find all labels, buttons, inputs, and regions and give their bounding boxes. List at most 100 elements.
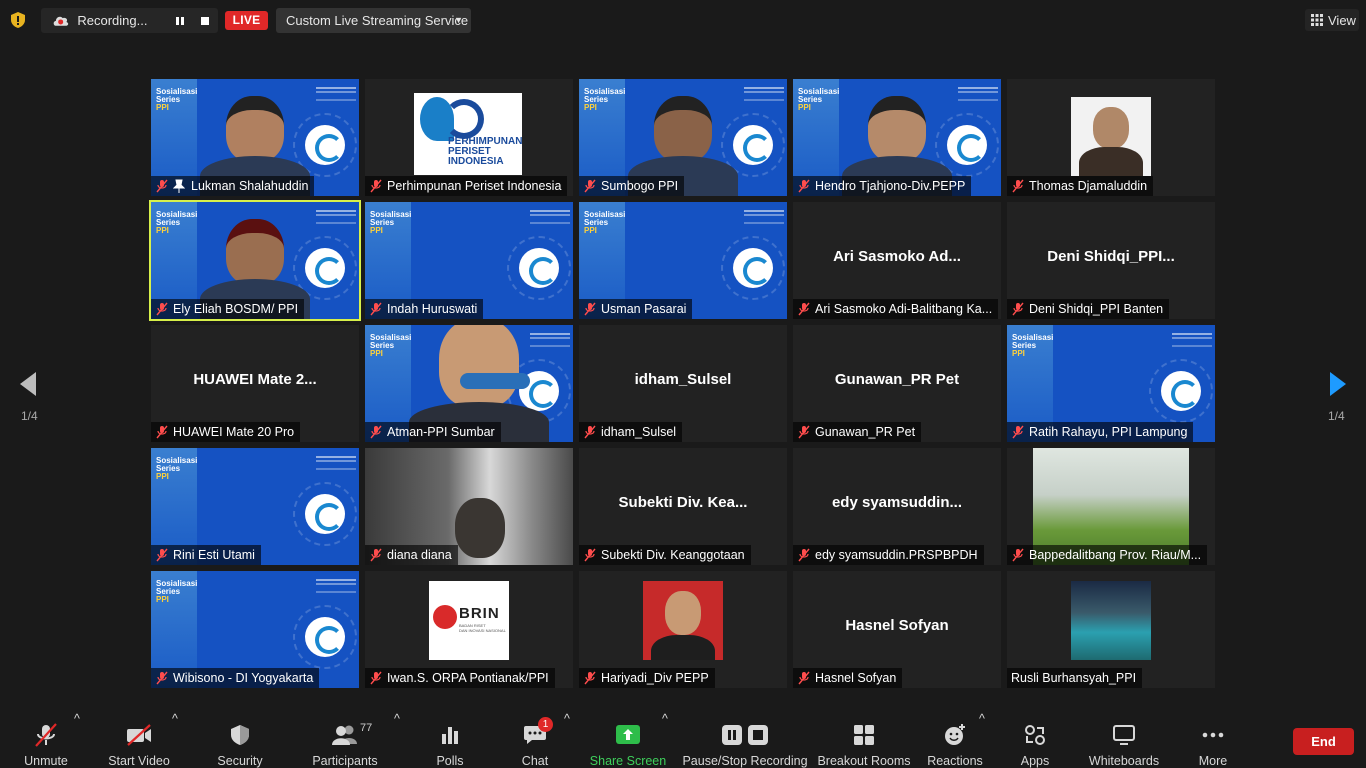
unmute-label: Unmute: [24, 754, 68, 768]
cloud-recording-icon: [53, 16, 69, 26]
participant-name-label: Ratih Rahayu, PPI Lampung: [1007, 422, 1194, 442]
share-options-chevron-icon[interactable]: ^: [662, 712, 668, 768]
page-indicator-left: 1/4: [21, 409, 38, 423]
participant-tile[interactable]: Hasnel Sofyan Hasnel Sofyan: [793, 571, 1001, 688]
participant-tile[interactable]: Ari Sasmoko Ad... Ari Sasmoko Adi-Balitba…: [793, 202, 1001, 319]
participant-profile-photo: [1071, 581, 1151, 660]
start-video-button[interactable]: Start Video: [104, 712, 174, 768]
chat-options-chevron-icon[interactable]: ^: [564, 712, 570, 768]
participant-name: Deni Shidqi_PPI Banten: [1029, 302, 1164, 316]
participant-tile[interactable]: Thomas Djamaluddin: [1007, 79, 1215, 196]
smiley-add-reaction-icon: [945, 724, 965, 745]
pause-recording-button[interactable]: [168, 8, 193, 33]
chat-button[interactable]: 1 Chat: [516, 712, 554, 768]
security-label: Security: [217, 754, 263, 768]
live-streaming-service-dropdown[interactable]: Custom Live Streaming Service ▼: [276, 8, 471, 33]
participant-tile[interactable]: PERHIMPUNAN PERISET INDONESIA Perhimpunan P…: [365, 79, 573, 196]
chevron-down-icon: ▼: [454, 15, 463, 25]
encryption-shield-icon[interactable]: [9, 11, 27, 29]
participant-name: Ari Sasmoko Adi-Balitbang Ka...: [815, 302, 993, 316]
participant-tile[interactable]: Sosialisasi Series PPI Sumbogo PPI: [579, 79, 787, 196]
participant-name-label: Rini Esti Utami: [151, 545, 261, 565]
participant-name-label: Subekti Div. Keanggotaan: [579, 545, 751, 565]
start-video-label: Start Video: [108, 754, 170, 768]
microphone-muted-icon: [35, 723, 57, 747]
participant-tile[interactable]: Sosialisasi Series PPI Hendro Tjahjono-Div.…: [793, 79, 1001, 196]
apps-icon: [1025, 725, 1045, 745]
pin-icon: [173, 179, 185, 193]
microphone-muted-icon: [1012, 179, 1024, 193]
apps-button[interactable]: Apps: [1016, 712, 1054, 768]
participant-tile[interactable]: Hariyadi_Div PEPP: [579, 571, 787, 688]
whiteboard-icon: [1113, 725, 1135, 745]
participant-tile[interactable]: diana diana: [365, 448, 573, 565]
participant-tile[interactable]: Sosialisasi Series PPI Rini Esti Utami: [151, 448, 359, 565]
share-screen-label: Share Screen: [589, 754, 667, 768]
participant-name: Ratih Rahayu, PPI Lampung: [1029, 425, 1188, 439]
participant-tile[interactable]: edy syamsuddin... edy syamsuddin.PRSPBPDH: [793, 448, 1001, 565]
participant-tile[interactable]: Sosialisasi Series PPI Ratih Rahayu, PPI La…: [1007, 325, 1215, 442]
shield-icon: [231, 725, 249, 745]
participant-tile[interactable]: Sosialisasi Series PPI Ely Eliah BOSDM/ PPI: [149, 200, 361, 321]
share-screen-button[interactable]: Share Screen: [590, 712, 666, 768]
participant-tile[interactable]: Sosialisasi Series PPI Indah Huruswati: [365, 202, 573, 319]
participant-name-label: Deni Shidqi_PPI Banten: [1007, 299, 1170, 319]
participant-name: Sumbogo PPI: [601, 179, 679, 193]
participant-tile[interactable]: BRIN BADAN RISET DAN INOVASI NASIONAL Iwan.…: [365, 571, 573, 688]
participant-tile[interactable]: idham_Sulsel idham_Sulsel: [579, 325, 787, 442]
participant-name-label: Thomas Djamaluddin: [1007, 176, 1154, 196]
stop-icon: [201, 16, 210, 25]
participant-tile[interactable]: Subekti Div. Kea... Subekti Div. Keanggot…: [579, 448, 787, 565]
participant-tile[interactable]: Sosialisasi Series PPI Atman-PPI Sumbar: [365, 325, 573, 442]
microphone-muted-icon: [156, 179, 168, 193]
participant-name-label: Iwan.S. ORPA Pontianak/PPI: [365, 668, 555, 688]
participants-button[interactable]: 77 Participants: [312, 712, 378, 768]
microphone-muted-icon: [156, 425, 168, 439]
participant-tile[interactable]: Bappedalitbang Prov. Riau/M...: [1007, 448, 1215, 565]
participant-tile[interactable]: Sosialisasi Series PPI Lukman Shalahuddin: [151, 79, 359, 196]
grid-view-icon: [1311, 14, 1323, 26]
participant-tile[interactable]: Sosialisasi Series PPI Wibisono - DI Yogyak…: [151, 571, 359, 688]
microphone-muted-icon: [584, 425, 596, 439]
participant-name-label: Atman-PPI Sumbar: [365, 422, 501, 442]
reactions-options-chevron-icon[interactable]: ^: [979, 712, 985, 768]
more-button[interactable]: More: [1196, 712, 1230, 768]
view-button[interactable]: View: [1305, 9, 1359, 31]
participant-tile[interactable]: Deni Shidqi_PPI... Deni Shidqi_PPI Banten: [1007, 202, 1215, 319]
participant-name: Atman-PPI Sumbar: [387, 425, 495, 439]
video-options-chevron-icon[interactable]: ^: [172, 712, 178, 768]
breakout-rooms-button[interactable]: Breakout Rooms: [817, 712, 911, 768]
audio-options-chevron-icon[interactable]: ^: [74, 712, 80, 768]
pause-icon: [176, 16, 185, 25]
participant-tile[interactable]: Rusli Burhansyah_PPI: [1007, 571, 1215, 688]
next-page-arrow-icon[interactable]: [1328, 370, 1348, 398]
security-button[interactable]: Security: [214, 712, 266, 768]
participant-tile[interactable]: Sosialisasi Series PPI Usman Pasarai: [579, 202, 787, 319]
whiteboards-label: Whiteboards: [1088, 754, 1160, 768]
reactions-button[interactable]: Reactions: [927, 712, 983, 768]
stop-recording-button[interactable]: [193, 8, 218, 33]
participant-tile[interactable]: HUAWEI Mate 2... HUAWEI Mate 20 Pro: [151, 325, 359, 442]
participant-name: Rini Esti Utami: [173, 548, 255, 562]
view-label: View: [1328, 12, 1356, 28]
microphone-muted-icon: [1012, 548, 1024, 562]
previous-page-arrow-icon[interactable]: [18, 370, 38, 398]
microphone-muted-icon: [798, 671, 810, 685]
unmute-button[interactable]: Unmute: [18, 712, 74, 768]
participant-name: Indah Huruswati: [387, 302, 478, 316]
video-camera-off-icon: [127, 724, 151, 746]
share-screen-arrow-icon: [616, 725, 640, 744]
whiteboards-button[interactable]: Whiteboards: [1088, 712, 1160, 768]
participant-name-label: Rusli Burhansyah_PPI: [1007, 668, 1143, 688]
participant-name-label: Usman Pasarai: [579, 299, 693, 319]
polls-button[interactable]: Polls: [432, 712, 468, 768]
recording-label: Recording...: [77, 13, 148, 28]
participant-name-label: Ely Eliah BOSDM/ PPI: [151, 299, 305, 319]
participant-tile[interactable]: Gunawan_PR Pet Gunawan_PR Pet: [793, 325, 1001, 442]
more-label: More: [1198, 754, 1228, 768]
pause-stop-recording-button[interactable]: Pause/Stop Recording: [682, 712, 808, 768]
live-badge[interactable]: LIVE: [225, 11, 268, 30]
end-meeting-button[interactable]: End: [1293, 728, 1354, 755]
participants-options-chevron-icon[interactable]: ^: [394, 712, 400, 768]
participants-icon: [332, 725, 357, 745]
